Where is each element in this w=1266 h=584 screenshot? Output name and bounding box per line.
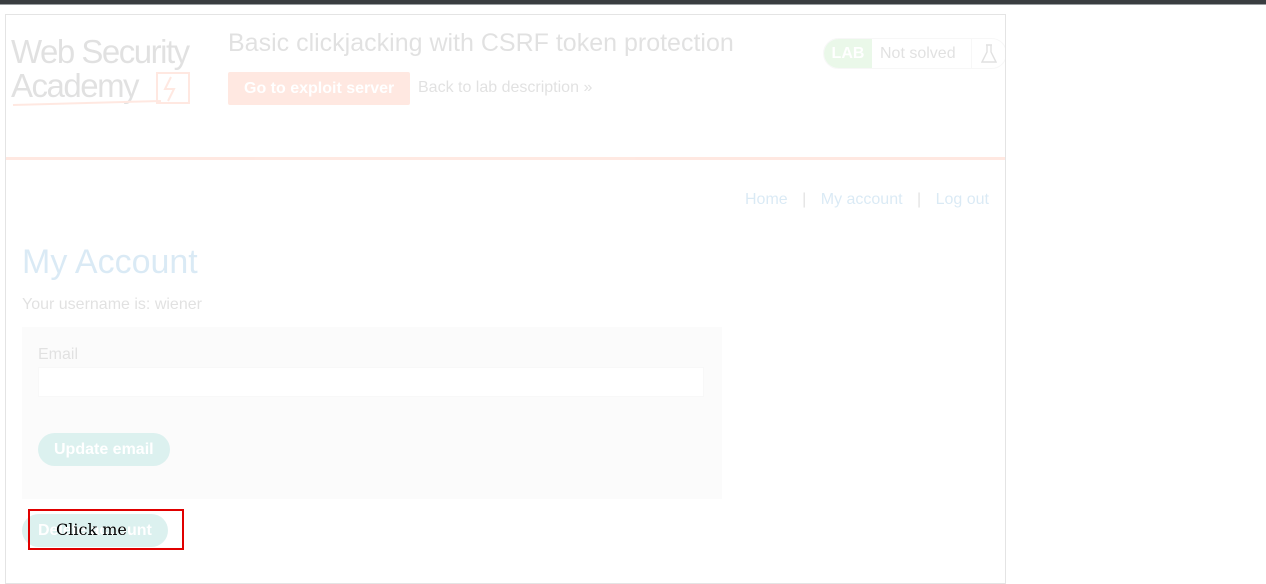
click-me-decoy[interactable]: Click me bbox=[28, 509, 184, 550]
flask-icon bbox=[971, 39, 1005, 68]
go-to-exploit-server-button[interactable]: Go to exploit server bbox=[228, 72, 411, 105]
target-site-iframe[interactable]: Web Security Academy Basic clickjacking … bbox=[5, 14, 1006, 584]
nav-separator: | bbox=[917, 191, 922, 208]
web-security-academy-logo[interactable]: Web Security Academy bbox=[11, 35, 211, 110]
lab-status-widget: LAB Not solved bbox=[823, 38, 1005, 69]
nav-separator: | bbox=[802, 191, 807, 208]
nav-my-account-link[interactable]: My account bbox=[821, 191, 903, 208]
lab-badge: LAB bbox=[824, 39, 872, 68]
header-divider bbox=[6, 157, 1005, 160]
chevron-double-right-icon: » bbox=[583, 79, 593, 96]
page-title: My Account bbox=[22, 243, 198, 281]
back-link-label: Back to lab description bbox=[418, 79, 579, 96]
browser-top-bar-shade bbox=[0, 4, 1266, 5]
top-nav: Home | My account | Log out bbox=[745, 191, 989, 209]
email-label: Email bbox=[38, 346, 79, 363]
email-field[interactable] bbox=[38, 367, 704, 397]
update-email-form: Email Update email bbox=[22, 327, 722, 499]
nav-home-link[interactable]: Home bbox=[745, 191, 788, 208]
nav-log-out-link[interactable]: Log out bbox=[936, 191, 989, 208]
back-to-lab-description-link[interactable]: Back to lab description » bbox=[418, 79, 592, 97]
lab-title: Basic clickjacking with CSRF token prote… bbox=[228, 29, 734, 57]
username-text: Your username is: wiener bbox=[22, 296, 202, 313]
update-email-button[interactable]: Update email bbox=[38, 433, 170, 466]
iframe-content: Web Security Academy Basic clickjacking … bbox=[6, 15, 1005, 583]
lab-status-text: Not solved bbox=[880, 45, 956, 62]
logo-mark-icon bbox=[12, 72, 190, 106]
